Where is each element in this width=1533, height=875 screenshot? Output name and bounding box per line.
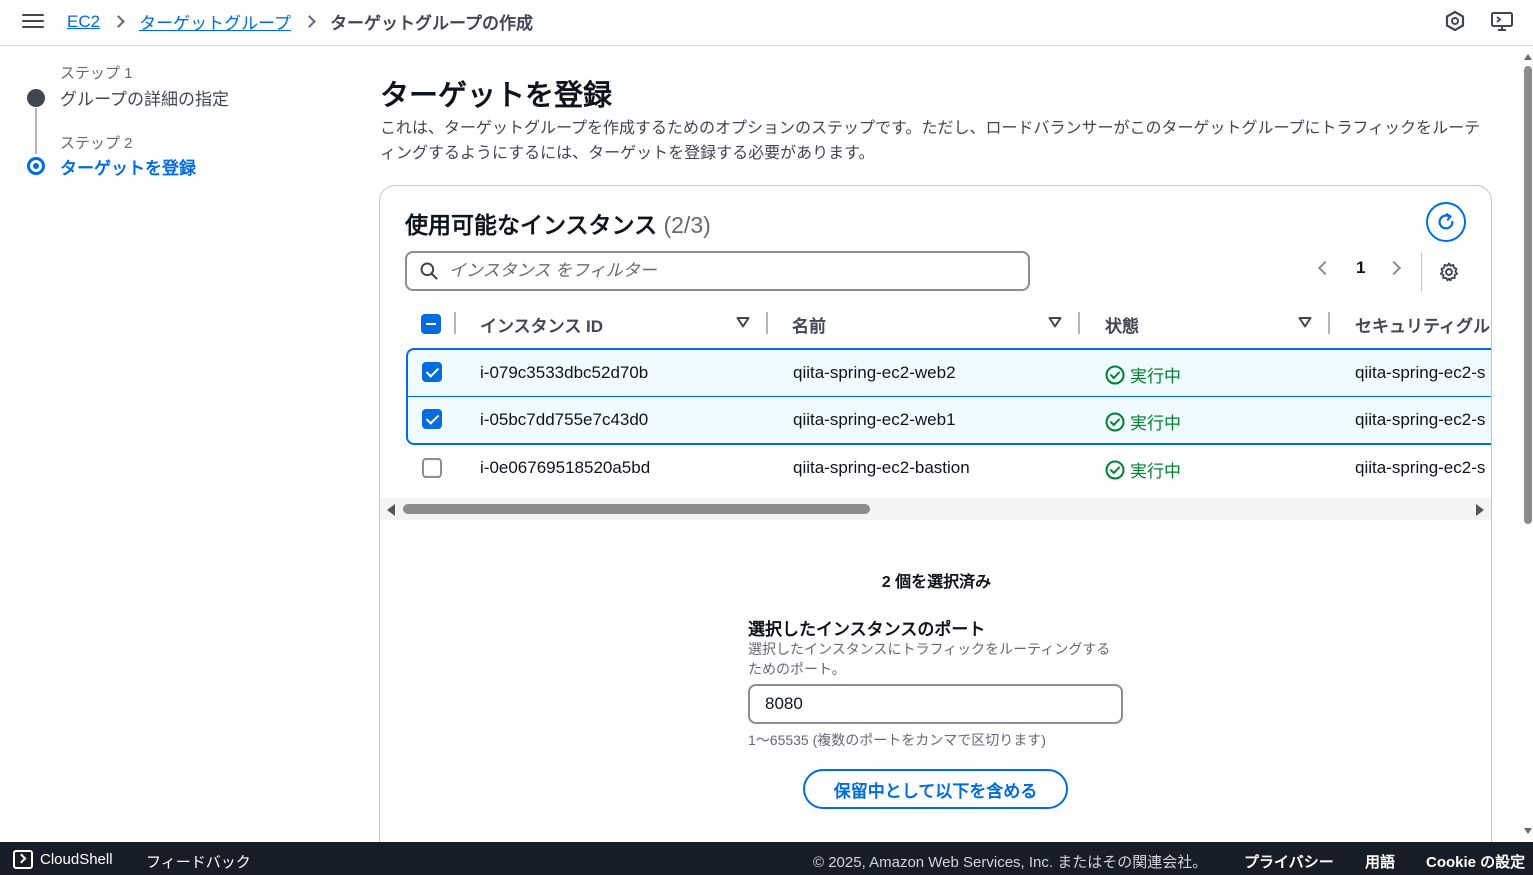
shield-icon[interactable] <box>1443 9 1467 33</box>
privacy-link[interactable]: プライバシー <box>1244 851 1334 872</box>
instance-name: qiita-spring-ec2-web1 <box>793 410 956 429</box>
instance-filter-input[interactable] <box>449 261 1009 281</box>
instance-state-label: 実行中 <box>1130 462 1181 481</box>
sort-icon[interactable] <box>1048 316 1062 328</box>
instance-id: i-079c3533dbc52d70b <box>480 363 649 382</box>
panel-title: 使用可能なインスタンス (2/3) <box>405 206 711 240</box>
top-navigation: EC2 ターゲットグループ ターゲットグループの作成 <box>0 0 1533 46</box>
check-circle-icon <box>1105 460 1125 479</box>
check-circle-icon <box>1105 365 1125 384</box>
column-divider[interactable] <box>766 312 768 334</box>
step-2-indicator <box>27 157 45 175</box>
available-instances-panel: 使用可能なインスタンス (2/3) 1 インスタンス ID 名前 状態 <box>379 185 1492 865</box>
page-number[interactable]: 1 <box>1356 258 1365 278</box>
settings-icon[interactable] <box>1438 261 1460 283</box>
instance-state-label: 実行中 <box>1130 414 1181 433</box>
breadcrumb-ec2[interactable]: EC2 <box>67 12 100 32</box>
pagination: 1 <box>1317 258 1402 278</box>
port-description: 選択したインスタンスにトラフィックをルーティングするためのポート。 <box>748 641 1111 677</box>
cloudshell-button[interactable]: CloudShell <box>13 850 113 869</box>
column-divider <box>454 312 456 334</box>
port-label: 選択したインスタンスのポート <box>748 620 986 639</box>
column-divider[interactable] <box>1328 312 1330 334</box>
table-row[interactable]: i-05bc7dd755e7c43d0 qiita-spring-ec2-web… <box>406 396 1491 445</box>
column-divider[interactable] <box>1078 312 1080 334</box>
step-connector <box>35 108 37 154</box>
search-icon <box>420 262 438 280</box>
step-2-title: ターゲットを登録 <box>60 159 196 178</box>
instance-id: i-05bc7dd755e7c43d0 <box>480 410 649 429</box>
scroll-right-icon[interactable] <box>1476 504 1484 516</box>
instance-id: i-0e06769518520a5bd <box>480 458 651 477</box>
scrollbar-thumb[interactable] <box>403 504 870 514</box>
chevron-right-icon <box>303 15 316 28</box>
refresh-button[interactable] <box>1426 202 1466 242</box>
scroll-left-icon[interactable] <box>387 504 395 516</box>
port-input[interactable] <box>748 684 1123 724</box>
step-1-indicator <box>27 89 45 107</box>
instance-security-group: qiita-spring-ec2-s <box>1355 410 1486 429</box>
screen-icon[interactable] <box>1490 9 1514 33</box>
scrollbar-thumb[interactable] <box>1524 66 1532 524</box>
table-horizontal-scrollbar[interactable] <box>380 498 1491 520</box>
terminal-icon <box>13 850 33 869</box>
scroll-down-icon[interactable] <box>1524 828 1532 834</box>
port-hint: 1〜65535 (複数のポートをカンマで区切ります) <box>748 732 1046 748</box>
cloudshell-label: CloudShell <box>40 851 113 868</box>
copyright: © 2025, Amazon Web Services, Inc. またはその関… <box>813 854 1208 871</box>
panel-title-text: 使用可能なインスタンス <box>405 212 658 238</box>
next-page-icon[interactable] <box>1387 260 1402 276</box>
column-name[interactable]: 名前 <box>792 312 826 337</box>
pager-divider <box>1421 252 1422 292</box>
breadcrumb-target-groups[interactable]: ターゲットグループ <box>139 9 291 34</box>
scroll-up-icon[interactable] <box>1524 54 1532 60</box>
table-row[interactable]: i-0e06769518520a5bd qiita-spring-ec2-bas… <box>406 445 1491 493</box>
breadcrumb: EC2 ターゲットグループ ターゲットグループの作成 <box>67 9 533 34</box>
column-instance-id[interactable]: インスタンス ID <box>480 312 603 337</box>
select-all-checkbox[interactable] <box>421 314 441 334</box>
column-state[interactable]: 状態 <box>1105 312 1139 337</box>
instance-state: 実行中 <box>1105 457 1181 482</box>
chevron-right-icon <box>112 15 125 28</box>
page-description: これは、ターゲットグループを作成するためのオプションのステップです。ただし、ロー… <box>380 120 1481 162</box>
sort-icon[interactable] <box>1298 316 1312 328</box>
instance-security-group: qiita-spring-ec2-s <box>1355 458 1486 477</box>
page-vertical-scrollbar[interactable] <box>1522 46 1533 842</box>
page-title: ターゲットを登録 <box>380 80 613 112</box>
column-security-group[interactable]: セキュリティグル <box>1355 312 1490 337</box>
instance-security-group: qiita-spring-ec2-s <box>1355 363 1486 382</box>
footer: CloudShell フィードバック © 2025, Amazon Web Se… <box>0 842 1533 875</box>
step-1-title[interactable]: グループの詳細の指定 <box>60 85 229 110</box>
step-1-number: ステップ 1 <box>60 65 133 82</box>
cookie-settings-link[interactable]: Cookie の設定 <box>1426 851 1525 872</box>
instance-state: 実行中 <box>1105 362 1181 387</box>
selected-count: 2 個を選択済み <box>881 574 992 591</box>
terms-link[interactable]: 用語 <box>1365 851 1395 872</box>
table-header: インスタンス ID 名前 状態 セキュリティグル <box>380 306 1491 342</box>
instance-count: (2/3) <box>663 212 711 238</box>
row-checkbox[interactable] <box>422 362 442 382</box>
previous-page-icon[interactable] <box>1317 260 1333 276</box>
check-circle-icon <box>1105 412 1125 431</box>
instance-name: qiita-spring-ec2-bastion <box>793 458 970 477</box>
instance-name: qiita-spring-ec2-web2 <box>793 363 956 382</box>
menu-icon[interactable] <box>22 10 44 30</box>
row-checkbox[interactable] <box>422 409 442 429</box>
instance-filter[interactable] <box>405 251 1030 291</box>
row-checkbox[interactable] <box>422 458 442 478</box>
instance-state-label: 実行中 <box>1130 367 1181 386</box>
breadcrumb-current: ターゲットグループの作成 <box>330 14 534 33</box>
table-row[interactable]: i-079c3533dbc52d70b qiita-spring-ec2-web… <box>406 348 1491 396</box>
feedback-link[interactable]: フィードバック <box>146 851 251 872</box>
include-as-pending-button[interactable]: 保留中として以下を含める <box>803 769 1068 809</box>
sort-icon[interactable] <box>736 316 750 328</box>
instance-state: 実行中 <box>1105 409 1181 434</box>
refresh-icon <box>1438 213 1454 230</box>
step-2-number: ステップ 2 <box>60 135 133 152</box>
